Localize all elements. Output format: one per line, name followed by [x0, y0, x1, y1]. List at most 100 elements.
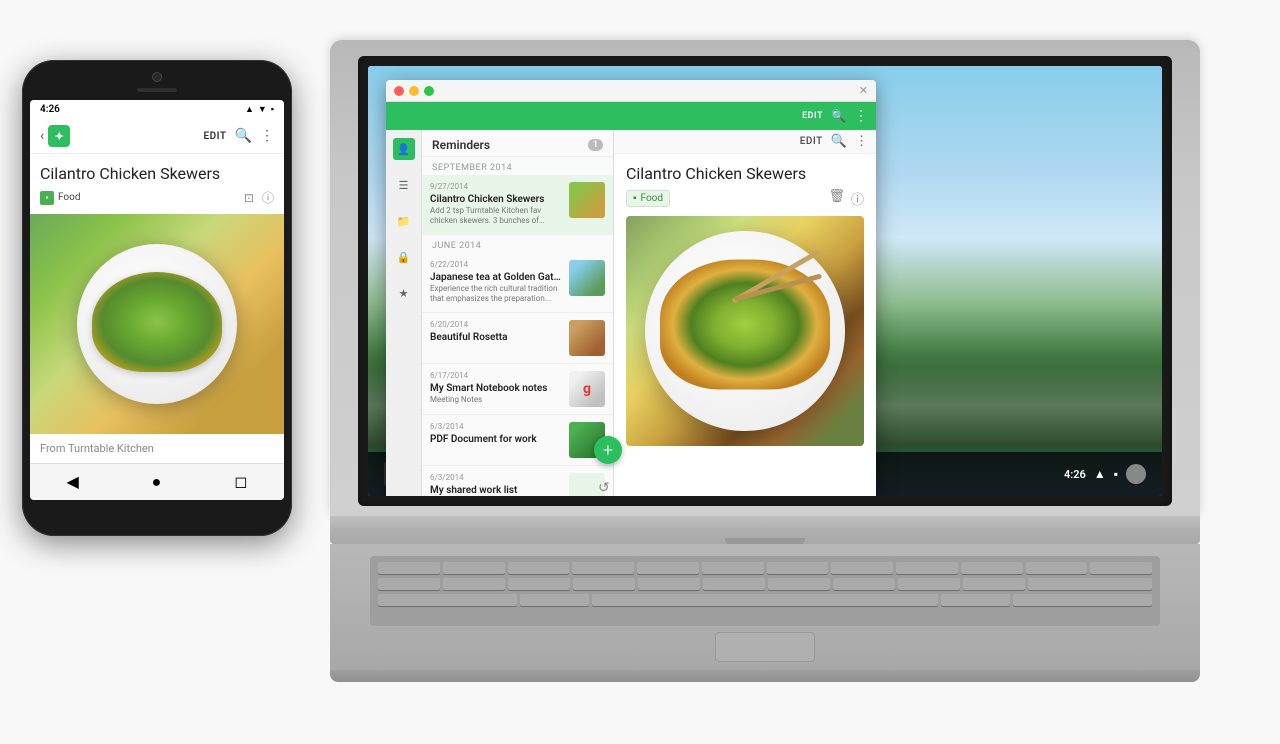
key-row-2 [378, 578, 1152, 590]
keyboard-keys [370, 556, 1160, 626]
laptop-lid: ✕ EDIT 🔍 ⋮ [330, 40, 1200, 516]
laptop-bottom-edge [330, 670, 1200, 682]
note-list-item-pdf[interactable]: 6/3/2014 PDF Document for work [422, 415, 613, 466]
phone-topbar-left: ‹ ✦ [40, 125, 70, 147]
header-search-icon[interactable]: 🔍 [831, 109, 846, 123]
key [702, 562, 764, 574]
phone-bottom-nav: ◀ ● ◻ [30, 463, 284, 500]
note-list-item-worklist[interactable]: 6/3/2014 My shared work list Work list ·… [422, 466, 613, 496]
window-titlebar: ✕ [386, 80, 876, 102]
sidebar-icon-profile[interactable]: 👤 [393, 138, 415, 160]
note-list-item-rosetta[interactable]: 6/20/2014 Beautiful Rosetta [422, 313, 613, 364]
nav-home-button[interactable]: ● [152, 472, 162, 492]
window-close-button[interactable] [394, 86, 404, 96]
note-list-item-tea[interactable]: 6/22/2014 Japanese tea at Golden Gate Pa… [422, 253, 613, 313]
key [1026, 562, 1088, 574]
note-list-text-tea: 6/22/2014 Japanese tea at Golden Gate Pa… [430, 260, 563, 305]
notes-list-header-count: 1 [588, 139, 603, 151]
phone-tag-food[interactable]: ▪ Food [40, 191, 80, 205]
nav-back-button[interactable]: ◀ [66, 472, 78, 492]
laptop-touchpad[interactable] [715, 632, 815, 662]
evernote-notes-list: Reminders 1 SEPTEMBER 2014 9/27/2014 Ci [422, 130, 614, 496]
evernote-logo-icon: ✦ [48, 125, 70, 147]
key [768, 578, 830, 590]
phone-caption: From Turntable Kitchen [30, 434, 284, 463]
phone-food-image [30, 214, 284, 434]
key [963, 578, 1025, 590]
laptop-screen: ✕ EDIT 🔍 ⋮ [368, 66, 1162, 496]
window-maximize-button[interactable] [424, 86, 434, 96]
laptop-desktop: ✕ EDIT 🔍 ⋮ [368, 66, 1162, 496]
evernote-window: ✕ EDIT 🔍 ⋮ [386, 80, 876, 496]
sidebar-icon-notebooks[interactable]: 📁 [393, 210, 415, 232]
note-info-icon[interactable]: ⓘ [851, 189, 864, 208]
note-detail-more-icon[interactable]: ⋮ [855, 134, 868, 149]
evernote-note-detail: EDIT 🔍 ⋮ Cilantro Chicken Skewers ▪ Fo [614, 130, 876, 496]
key [1090, 562, 1152, 574]
key [378, 578, 440, 590]
header-edit-btn[interactable]: EDIT [802, 111, 823, 121]
taskbar-battery-icon: ▪ [1114, 467, 1118, 481]
wifi-icon: ▲ [245, 104, 254, 115]
window-minimize-button[interactable] [409, 86, 419, 96]
note-detail-search-icon[interactable]: 🔍 [831, 134, 847, 149]
evernote-sidebar: 👤 ☰ 📁 🔒 ★ [386, 130, 422, 496]
note-detail-toolbar: EDIT 🔍 ⋮ [614, 130, 876, 154]
phone-note-actions: ⊡ ⓘ [244, 189, 274, 206]
note-detail-image [626, 216, 864, 446]
phone-topbar-right: EDIT 🔍 ⋮ [204, 128, 274, 144]
note-group-sep-2014: SEPTEMBER 2014 [422, 157, 613, 175]
key [443, 562, 505, 574]
header-more-icon[interactable]: ⋮ [854, 108, 868, 124]
phone-note-title: Cilantro Chicken Skewers [30, 154, 284, 189]
notes-list-header-label: Reminders [432, 138, 490, 152]
key-spacebar [592, 594, 938, 606]
note-detail-actions: 🗑 ⓘ [828, 189, 864, 208]
note-list-text-rosetta: 6/20/2014 Beautiful Rosetta [430, 320, 563, 344]
key [572, 562, 634, 574]
note-list-item-notebook[interactable]: 6/17/2014 My Smart Notebook notes Meetin… [422, 364, 613, 415]
back-icon[interactable]: ‹ [40, 128, 44, 144]
scene: 4:26 ▲ ▼ ▪ ‹ ✦ EDI [0, 0, 1280, 744]
nav-recents-button[interactable]: ◻ [234, 472, 247, 492]
key [508, 578, 570, 590]
phone-camera [152, 72, 162, 82]
key [638, 578, 700, 590]
note-delete-icon[interactable]: 🗑 [828, 189, 845, 208]
phone-share-icon[interactable]: ⊡ [244, 191, 254, 205]
note-group-jun-2014: JUNE 2014 [422, 235, 613, 253]
note-detail-tag-food[interactable]: ▪ Food [626, 190, 670, 207]
key [941, 594, 1010, 606]
window-close-x[interactable]: ✕ [859, 84, 868, 97]
note-list-item-cilantro[interactable]: 9/27/2014 Cilantro Chicken Skewers Add 2… [422, 175, 613, 235]
phone: 4:26 ▲ ▼ ▪ ‹ ✦ EDI [22, 60, 292, 536]
phone-search-icon[interactable]: 🔍 [235, 128, 252, 144]
signal-icon: ▼ [258, 104, 267, 115]
note-list-text-pdf: 6/3/2014 PDF Document for work [430, 422, 563, 446]
window-controls [394, 86, 434, 96]
phone-body: 4:26 ▲ ▼ ▪ ‹ ✦ EDI [22, 60, 292, 536]
taskbar-time: 4:26 [1064, 468, 1086, 481]
taskbar-user-icon [1126, 464, 1146, 484]
phone-status-bar: 4:26 ▲ ▼ ▪ [30, 100, 284, 119]
note-detail-edit-btn[interactable]: EDIT [800, 136, 823, 147]
note-thumb-rosetta [569, 320, 605, 356]
phone-info-icon[interactable]: ⓘ [262, 189, 274, 206]
sidebar-icon-lock[interactable]: 🔒 [393, 246, 415, 268]
sync-icon[interactable]: ↺ [598, 480, 610, 496]
sidebar-icon-starred[interactable]: ★ [393, 282, 415, 304]
key [896, 562, 958, 574]
laptop: ✕ EDIT 🔍 ⋮ [330, 40, 1200, 682]
taskbar-right: 4:26 ▲ ▪ [1064, 464, 1146, 484]
laptop-base [330, 516, 1200, 544]
key [833, 578, 895, 590]
sidebar-icon-notes[interactable]: ☰ [393, 174, 415, 196]
key [961, 562, 1023, 574]
fab-add-button[interactable]: + [594, 436, 622, 464]
note-detail-tags: ▪ Food 🗑 ⓘ [614, 189, 876, 216]
key [1013, 594, 1152, 606]
note-list-text-cilantro: 9/27/2014 Cilantro Chicken Skewers Add 2… [430, 182, 563, 227]
phone-edit-button[interactable]: EDIT [204, 131, 227, 142]
evernote-body: 👤 ☰ 📁 🔒 ★ Reminders [386, 130, 876, 496]
phone-more-icon[interactable]: ⋮ [260, 128, 274, 144]
